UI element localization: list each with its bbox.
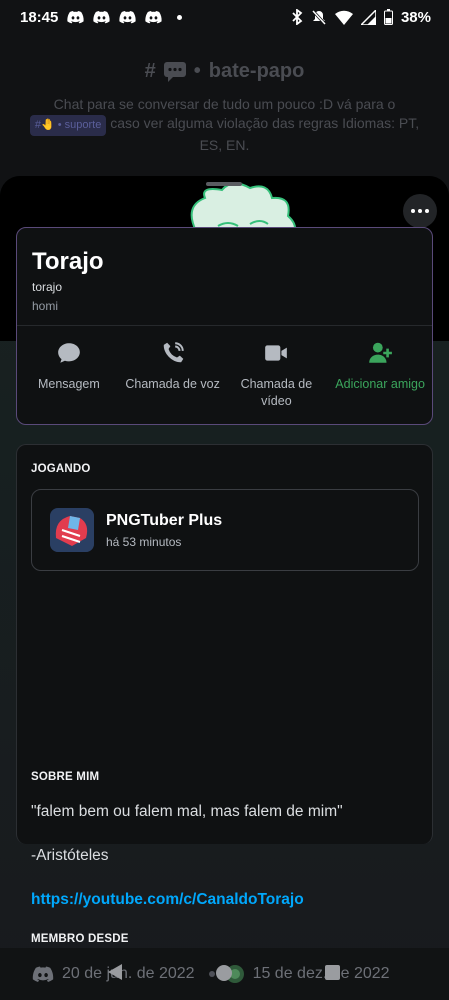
profile-info-card: JOGANDO PNGTuber Plus há 53 minutos SOBR…	[16, 444, 433, 945]
username: torajo	[32, 280, 63, 294]
hash-icon: #	[144, 60, 156, 82]
profile-card: Torajo torajo homi Mensagem Chamada de v…	[16, 227, 433, 425]
phone-icon	[163, 342, 184, 363]
separator-dot	[208, 971, 215, 977]
about-attribution: -Aristóteles	[31, 847, 109, 864]
activity-elapsed: há 53 minutos	[106, 535, 182, 549]
video-call-button[interactable]: Chamada de vídeo	[225, 340, 329, 410]
channel-name: bate-papo	[208, 60, 305, 82]
activity-header: JOGANDO	[31, 463, 91, 475]
activity-app-name: PNGTuber Plus	[106, 512, 223, 529]
profile-actions: Mensagem Chamada de voz Chamada de vídeo…	[17, 340, 432, 410]
pronouns: homi	[32, 299, 59, 313]
bluetooth-icon	[292, 9, 303, 25]
add-friend-button[interactable]: Adicionar amigo	[328, 340, 432, 410]
display-name: Torajo	[32, 248, 104, 275]
nav-home-button[interactable]	[216, 965, 232, 981]
channel-topic: Chat para se conversar de tudo um pouco …	[0, 95, 449, 155]
discord-notification-icon	[145, 11, 163, 24]
more-notifications-dot	[177, 14, 183, 20]
signal-icon	[360, 9, 376, 25]
more-options-button[interactable]	[403, 194, 437, 228]
channel-mention-chip: #🤚 • suporte	[29, 115, 107, 136]
about-youtube-link[interactable]: https://youtube.com/c/CanaldoTorajo	[31, 891, 304, 909]
server-member-date: 15 de dez. de 2022	[252, 965, 390, 982]
battery-percent: 38%	[400, 8, 431, 26]
drag-handle[interactable]	[206, 182, 242, 186]
speech-balloon-icon	[163, 61, 186, 82]
message-bubble-icon	[58, 343, 80, 363]
discord-notification-icon	[119, 11, 137, 24]
discord-logo-icon	[32, 966, 54, 982]
status-bar: 18:45 38%	[0, 0, 449, 34]
discord-notification-icon	[67, 11, 85, 24]
mute-icon	[311, 9, 327, 25]
battery-icon	[383, 9, 393, 25]
add-friend-icon	[369, 342, 393, 363]
discord-member-date: 20 de jun. de 2022	[62, 965, 195, 982]
nav-back-icon[interactable]	[106, 963, 124, 981]
video-camera-icon	[265, 345, 288, 361]
pngtuber-app-icon	[50, 508, 94, 552]
divider	[17, 325, 432, 326]
member-since-header: MEMBRO DESDE	[31, 933, 129, 945]
nav-recents-button[interactable]	[325, 965, 340, 980]
activity-card[interactable]: PNGTuber Plus há 53 minutos	[31, 489, 419, 571]
channel-title: # • bate-papo	[144, 60, 305, 82]
clock: 18:45	[20, 8, 59, 26]
channel-header-dimmed: # • bate-papo Chat para se conversar de …	[0, 34, 449, 194]
about-quote: "falem bem ou falem mal, mas falem de mi…	[31, 803, 343, 820]
wifi-icon	[334, 10, 353, 25]
discord-notification-icon	[93, 11, 111, 24]
message-button[interactable]: Mensagem	[17, 340, 121, 410]
voice-call-button[interactable]: Chamada de voz	[121, 340, 225, 410]
about-header: SOBRE MIM	[31, 771, 100, 783]
